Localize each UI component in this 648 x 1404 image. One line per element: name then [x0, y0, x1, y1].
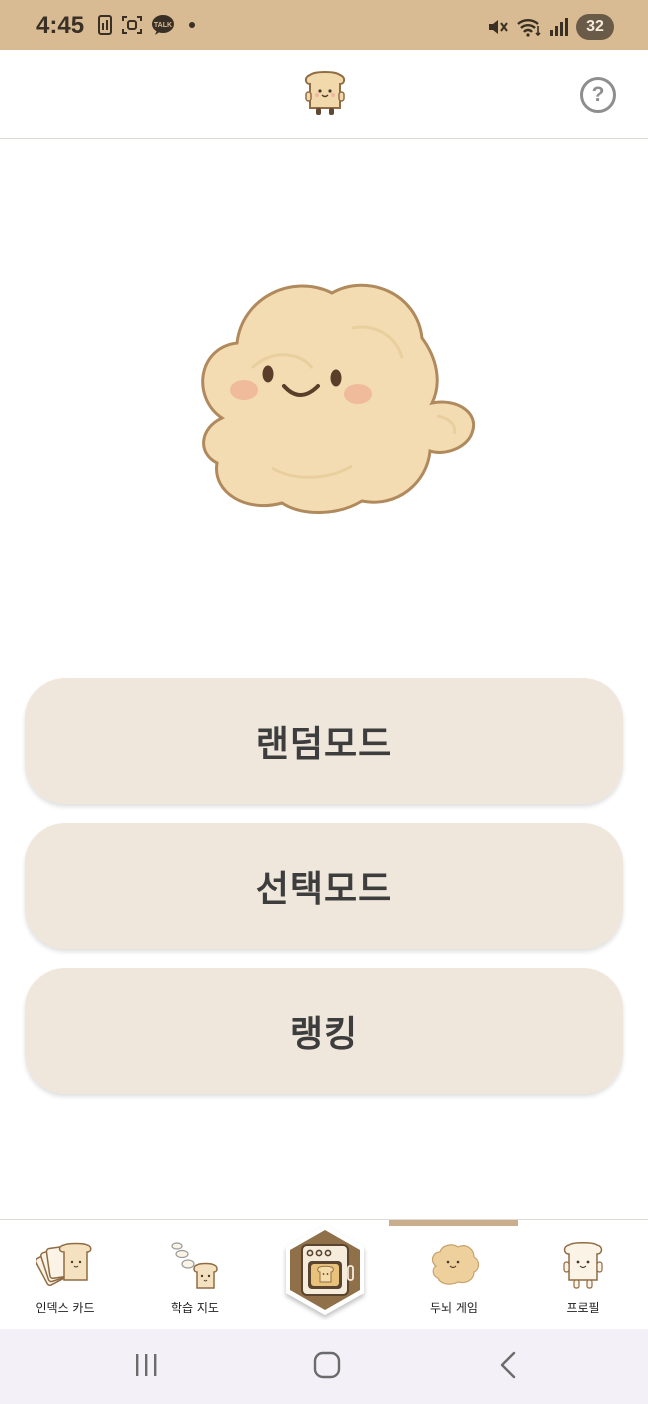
nav-item-learning-map[interactable]: 학습 지도 [130, 1220, 260, 1330]
oven-icon[interactable] [282, 1222, 368, 1320]
top-bar [0, 50, 648, 139]
status-left-icons: TALK [97, 14, 195, 36]
index-cards-icon [36, 1242, 92, 1287]
nav-item-index-cards[interactable]: 인덱스 카드 [0, 1220, 130, 1330]
nav-item-profile[interactable]: 프로필 [518, 1220, 648, 1330]
notification-dot-icon [189, 22, 195, 28]
nav-label-learning-map: 학습 지도 [171, 1301, 219, 1315]
system-nav-bar [0, 1329, 648, 1404]
select-mode-button[interactable]: 선택모드 [25, 823, 623, 949]
status-bar: 4:45 TALK 32 [0, 0, 648, 50]
back-icon[interactable] [494, 1349, 524, 1381]
random-mode-button[interactable]: 랜덤모드 [25, 678, 623, 804]
mute-icon [489, 20, 508, 34]
ranking-button[interactable]: 랭킹 [25, 968, 623, 1094]
toast-profile-icon [563, 1242, 603, 1289]
dough-mascot-icon [201, 283, 476, 514]
kakaotalk-icon: TALK [152, 15, 174, 35]
home-icon[interactable] [310, 1349, 344, 1381]
status-right-icons: 32 [487, 14, 614, 40]
learning-map-icon [171, 1242, 218, 1289]
help-symbol: ? [591, 83, 605, 106]
wifi-icon [517, 19, 541, 37]
kakaotalk-icon-label: TALK [154, 22, 172, 29]
nav-label-index-cards: 인덱스 카드 [35, 1301, 95, 1315]
help-circle-icon[interactable]: ? [580, 77, 616, 113]
status-time: 4:45 [36, 12, 85, 39]
sim-icon [98, 15, 112, 35]
toast-mascot-icon [304, 71, 346, 115]
screenshot-icon [122, 16, 142, 34]
dough-icon [431, 1244, 480, 1285]
nav-item-brain-game[interactable]: 두뇌 게임 [389, 1220, 519, 1330]
signal-icon [550, 18, 568, 36]
nav-label-brain-game: 두뇌 게임 [430, 1301, 478, 1315]
battery-badge: 32 [576, 14, 614, 40]
nav-label-profile: 프로필 [566, 1301, 600, 1315]
recent-apps-icon[interactable] [130, 1349, 162, 1381]
